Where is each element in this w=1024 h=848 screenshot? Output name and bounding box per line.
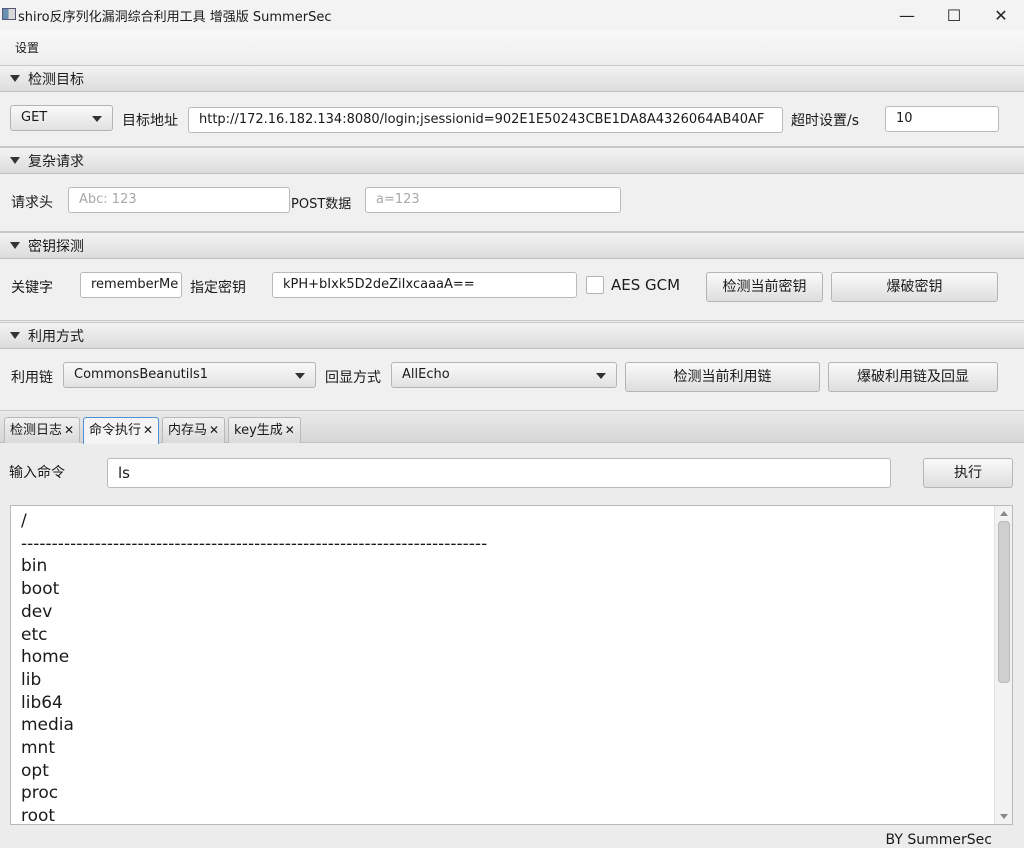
scroll-down-icon[interactable] [1000, 814, 1008, 819]
post-input[interactable]: a=123 [365, 187, 621, 213]
output-line: lib [21, 669, 42, 690]
section-body-exploit: 利用链 CommonsBeanutils1 回显方式 AllEcho 检测当前利… [0, 349, 1024, 411]
close-icon[interactable]: ✕ [285, 423, 295, 437]
section-header-key[interactable]: 密钥探测 [0, 232, 1024, 259]
aes-gcm-checkbox[interactable] [586, 276, 604, 294]
keyword-input[interactable]: rememberMe [80, 272, 182, 298]
post-label: POST数据 [291, 197, 352, 212]
output-line: root [21, 806, 56, 825]
execute-button[interactable]: 执行 [923, 458, 1013, 488]
brute-key-button[interactable]: 爆破密钥 [831, 272, 998, 302]
chain-select[interactable]: CommonsBeanutils1 [63, 362, 316, 388]
tab-label: 检测日志 [10, 423, 63, 438]
output-line: mnt [21, 738, 55, 759]
chain-label: 利用链 [11, 370, 53, 386]
url-input[interactable]: http://172.16.182.134:8080/login;jsessio… [188, 107, 783, 133]
close-icon[interactable]: ✕ [209, 423, 219, 437]
collapse-triangle-icon [10, 75, 20, 82]
tab-label: 命令执行 [89, 423, 142, 438]
aes-gcm-label: AES GCM [611, 276, 681, 294]
output-line: proc [21, 783, 59, 804]
section-body-key: 关键字 rememberMe 指定密钥 kPH+bIxk5D2deZiIxcaa… [0, 259, 1024, 321]
collapse-triangle-icon [10, 242, 20, 249]
timeout-input[interactable]: 10 [885, 106, 999, 132]
tab-label: key生成 [234, 423, 283, 438]
output-console[interactable]: / --------------------------------------… [10, 505, 1013, 825]
output-line: ----------------------------------------… [21, 533, 488, 554]
timeout-label: 超时设置/s [791, 113, 860, 129]
menu-settings[interactable]: 设置 [15, 39, 39, 56]
collapse-triangle-icon [10, 332, 20, 339]
tab-key-gen[interactable]: key生成 ✕ [228, 417, 301, 443]
key-input[interactable]: kPH+bIxk5D2deZiIxcaaaA== [272, 272, 577, 298]
close-icon[interactable]: ✕ [64, 423, 74, 437]
output-line: dev [21, 601, 53, 622]
output-line: media [21, 715, 74, 736]
tab-memshell[interactable]: 内存马 ✕ [162, 417, 226, 443]
scroll-thumb[interactable] [998, 521, 1010, 683]
menu-bar: 设置 [0, 30, 1024, 64]
vertical-scrollbar[interactable] [994, 506, 1012, 824]
output-line: opt [21, 760, 49, 781]
check-key-button[interactable]: 检测当前密钥 [706, 272, 823, 302]
close-button[interactable]: ✕ [978, 0, 1024, 30]
chevron-down-icon [92, 116, 102, 122]
tab-label: 内存马 [168, 423, 208, 438]
headers-input[interactable]: Abc: 123 [68, 187, 290, 213]
section-title-complex: 复杂请求 [28, 153, 84, 170]
chevron-down-icon [596, 373, 606, 379]
section-title-target: 检测目标 [28, 71, 84, 88]
output-lines: / --------------------------------------… [21, 510, 488, 825]
url-label: 目标地址 [122, 113, 178, 129]
minimize-button[interactable]: — [884, 0, 930, 30]
output-line: etc [21, 624, 48, 645]
tab-detect-log[interactable]: 检测日志 ✕ [4, 417, 81, 443]
maximize-button[interactable]: ☐ [931, 0, 977, 30]
footer-credit: BY SummerSec [885, 832, 992, 848]
section-header-exploit[interactable]: 利用方式 [0, 322, 1024, 349]
window-title: shiro反序列化漏洞综合利用工具 增强版 SummerSec [18, 10, 332, 25]
chain-value: CommonsBeanutils1 [74, 367, 209, 382]
command-label: 输入命令 [9, 465, 65, 481]
output-line: lib64 [21, 692, 63, 713]
output-line: boot [21, 579, 60, 600]
output-line: bin [21, 556, 48, 577]
command-input[interactable]: ls [107, 458, 891, 488]
section-title-key: 密钥探测 [28, 238, 84, 255]
tab-bar: 检测日志 ✕ 命令执行 ✕ 内存马 ✕ key生成 ✕ [0, 412, 1024, 444]
brute-chain-button[interactable]: 爆破利用链及回显 [828, 362, 998, 392]
section-header-target[interactable]: 检测目标 [0, 65, 1024, 92]
echo-select[interactable]: AllEcho [391, 362, 617, 388]
section-title-exploit: 利用方式 [28, 328, 84, 345]
app-icon [2, 8, 16, 20]
section-header-complex[interactable]: 复杂请求 [0, 147, 1024, 174]
output-line: / [21, 511, 27, 531]
echo-label: 回显方式 [325, 370, 381, 386]
keyword-label: 关键字 [11, 280, 53, 296]
section-body-complex: 请求头 Abc: 123 POST数据 a=123 [0, 174, 1024, 232]
tab-command-exec[interactable]: 命令执行 ✕ [83, 417, 160, 444]
echo-value: AllEcho [402, 367, 450, 382]
chevron-down-icon [295, 373, 305, 379]
close-icon[interactable]: ✕ [143, 423, 153, 437]
scroll-up-icon[interactable] [1000, 511, 1008, 516]
collapse-triangle-icon [10, 157, 20, 164]
method-select[interactable]: GET [10, 105, 113, 131]
output-line: home [21, 647, 70, 668]
check-chain-button[interactable]: 检测当前利用链 [625, 362, 820, 392]
key-label: 指定密钥 [190, 280, 246, 296]
title-bar: shiro反序列化漏洞综合利用工具 增强版 SummerSec — ☐ ✕ [0, 0, 1024, 30]
section-body-target: GET 目标地址 http://172.16.182.134:8080/logi… [0, 92, 1024, 147]
method-value: GET [21, 110, 48, 125]
headers-label: 请求头 [11, 195, 53, 211]
